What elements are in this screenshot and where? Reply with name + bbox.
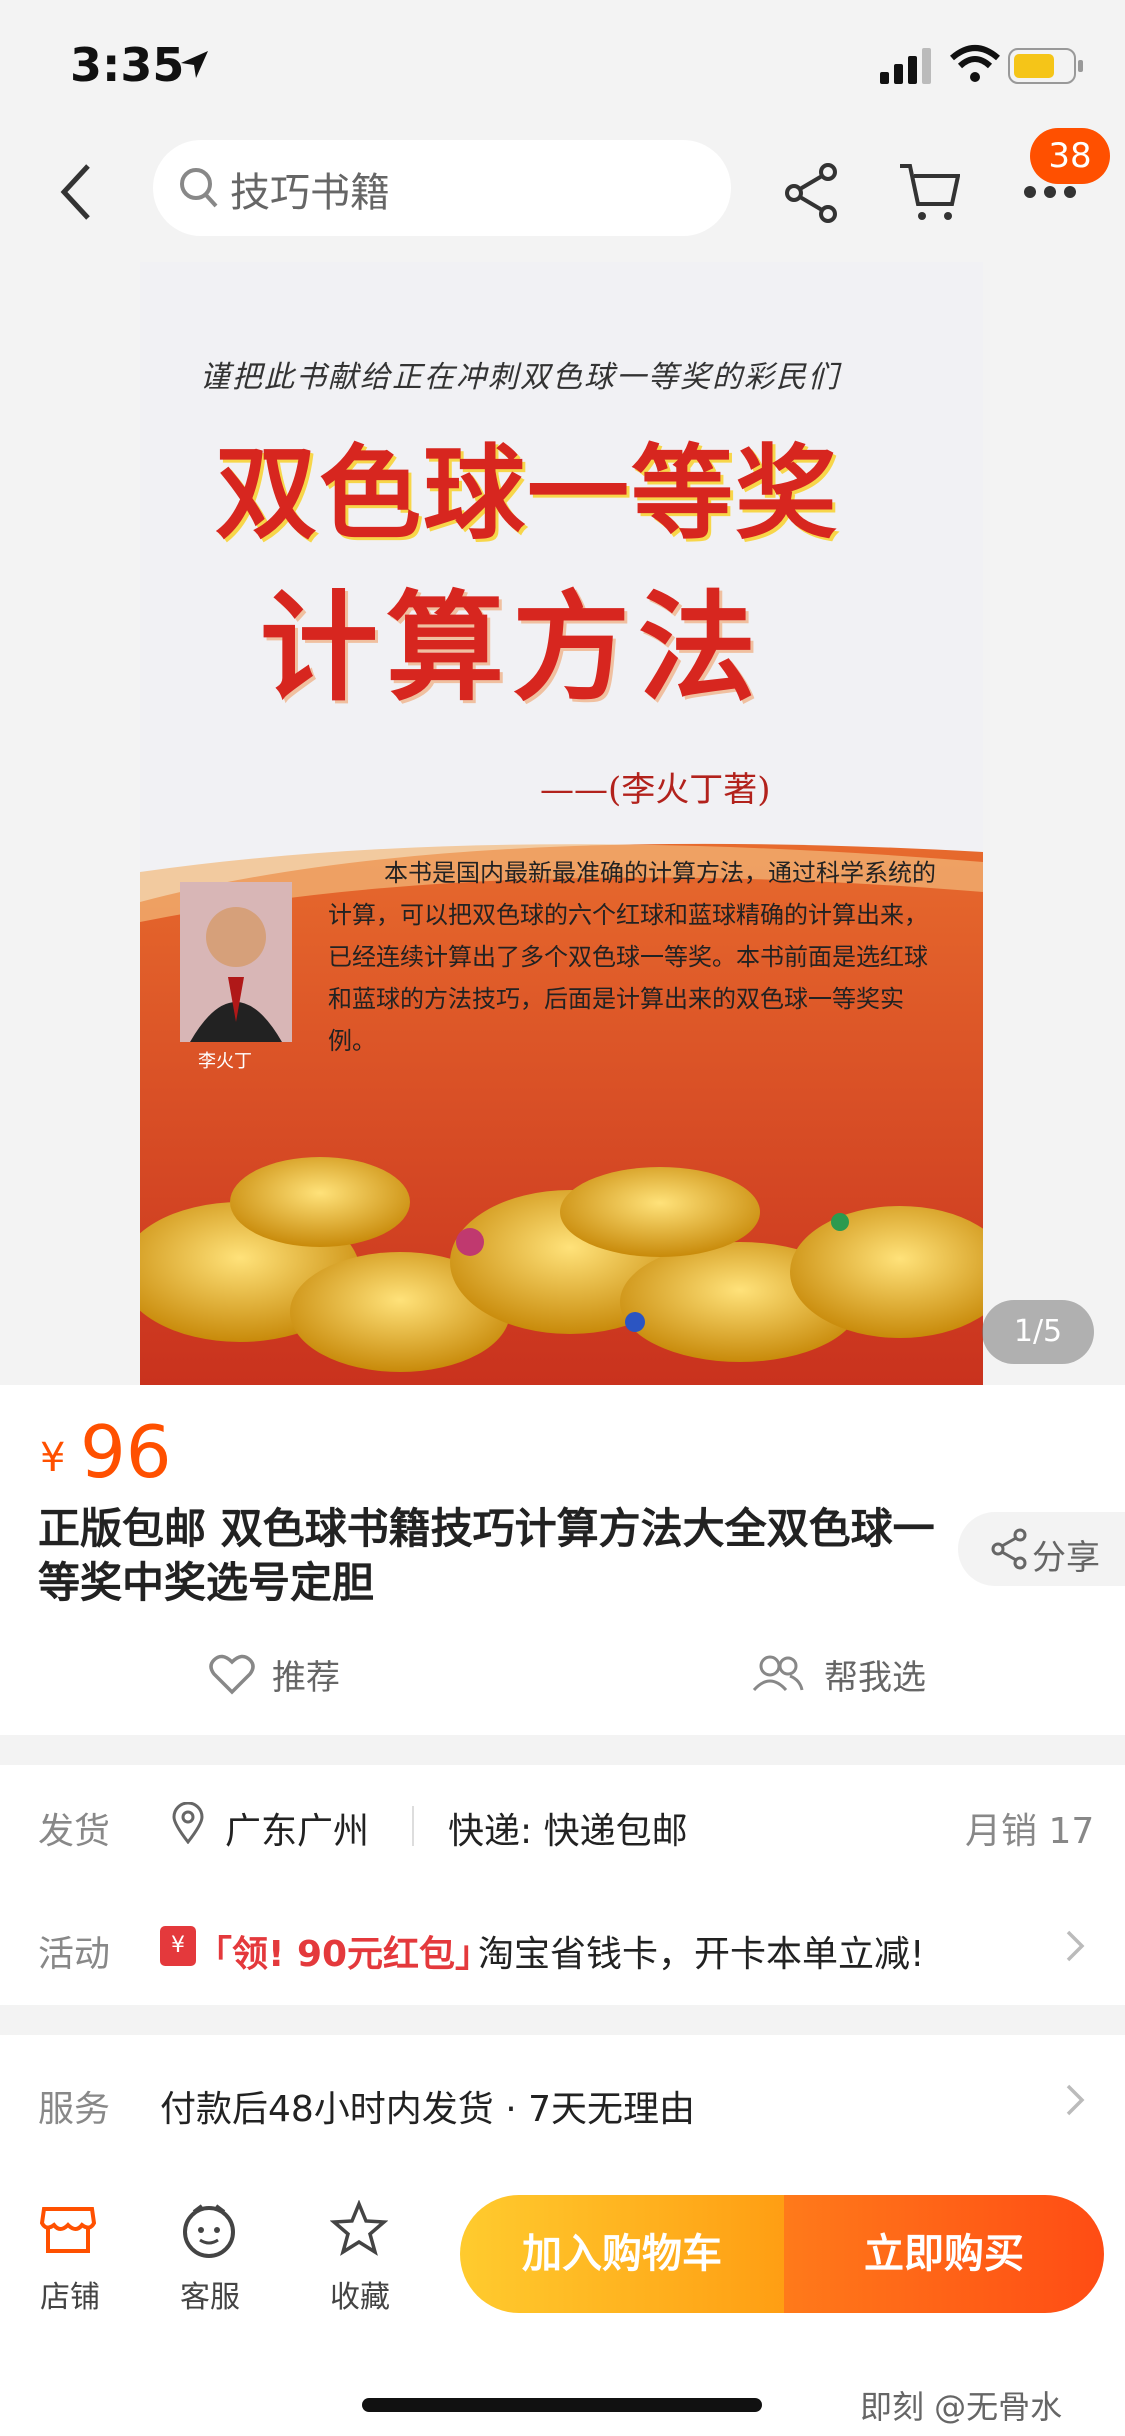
location-pin-icon [172, 1802, 204, 1844]
wifi-icon [950, 45, 1000, 82]
red-packet-icon: ¥ [160, 1926, 196, 1966]
watermark: 即刻 @无骨水 [860, 2388, 1063, 2426]
product-image[interactable]: 谨把此书献给正在冲刺双色球一等奖的彩民们 双色球一等奖 计算方法 ——(李火丁著… [140, 262, 983, 1385]
search-icon [180, 168, 218, 208]
share-label: 分享 [1032, 1538, 1100, 1578]
service-text: 付款后48小时内发货 · 7天无理由 [160, 2089, 696, 2130]
battery-icon [1008, 48, 1083, 84]
share-icon-small [991, 1528, 1027, 1570]
price-currency: ¥ [40, 1435, 66, 1481]
divider [412, 1806, 414, 1846]
cover-description: 本书是国内最新最准确的计算方法，通过科学系统的计算，可以把双色球的六个红球和蓝球… [328, 859, 936, 1055]
heart-icon[interactable] [208, 1652, 256, 1696]
back-arrow-icon[interactable] [56, 162, 96, 222]
cart-count-badge: 38 [1030, 128, 1110, 184]
share-icon[interactable] [782, 162, 840, 224]
more-icon[interactable] [1022, 184, 1078, 200]
buy-now-button[interactable]: 立即购买 [784, 2195, 1104, 2313]
customer-service-label[interactable]: 客服 [180, 2272, 240, 2316]
ship-location: 广东广州 [225, 1811, 370, 1852]
product-title: 正版包邮 双色球书籍技巧计算方法大全双色球一等奖中奖选号定胆 [38, 1504, 935, 1607]
status-time: 3:35 [70, 38, 185, 92]
cart-icon[interactable] [898, 160, 960, 224]
cover-title-line1: 双色球一等奖 [215, 435, 839, 554]
recommend-button[interactable]: 推荐 [272, 1650, 340, 1699]
monthly-sales: 月销 17 [965, 1811, 1095, 1852]
express-info: 快递: 快递包邮 [448, 1811, 688, 1852]
location-arrow-icon [181, 51, 208, 78]
help-choose-button[interactable]: 帮我选 [824, 1650, 926, 1699]
chevron-right-icon-service[interactable] [1064, 2082, 1086, 2118]
gallery-pager: 1/5 [982, 1300, 1094, 1364]
promo-tag[interactable]: 「领! 90元红包」 [196, 1925, 491, 1977]
store-icon[interactable] [40, 2205, 96, 2255]
cover-dedication: 谨把此书献给正在冲刺双色球一等奖的彩民们 [200, 360, 840, 395]
signal-icon [880, 48, 931, 84]
promo-text[interactable]: 淘宝省钱卡，开卡本单立减! [478, 1925, 924, 1977]
service-label: 服务 [38, 2089, 111, 2130]
chevron-right-icon[interactable] [1064, 1928, 1086, 1964]
home-indicator[interactable] [362, 2398, 762, 2412]
cover-author: ——(李火丁著) [540, 770, 771, 810]
cover-title-line2: 计算方法 [260, 579, 765, 717]
add-to-cart-button[interactable]: 加入购物车 [460, 2195, 784, 2313]
ship-label: 发货 [38, 1811, 111, 1852]
promo-label: 活动 [38, 1934, 111, 1975]
search-placeholder: 技巧书籍 [230, 170, 390, 216]
group-icon [752, 1655, 804, 1692]
cover-author-caption: 李火丁 [198, 1051, 252, 1072]
store-label[interactable]: 店铺 [40, 2272, 100, 2316]
favorite-label[interactable]: 收藏 [330, 2272, 390, 2316]
star-icon[interactable] [330, 2200, 388, 2256]
product-price: 96 [80, 1410, 172, 1494]
customer-service-icon[interactable] [180, 2202, 238, 2258]
